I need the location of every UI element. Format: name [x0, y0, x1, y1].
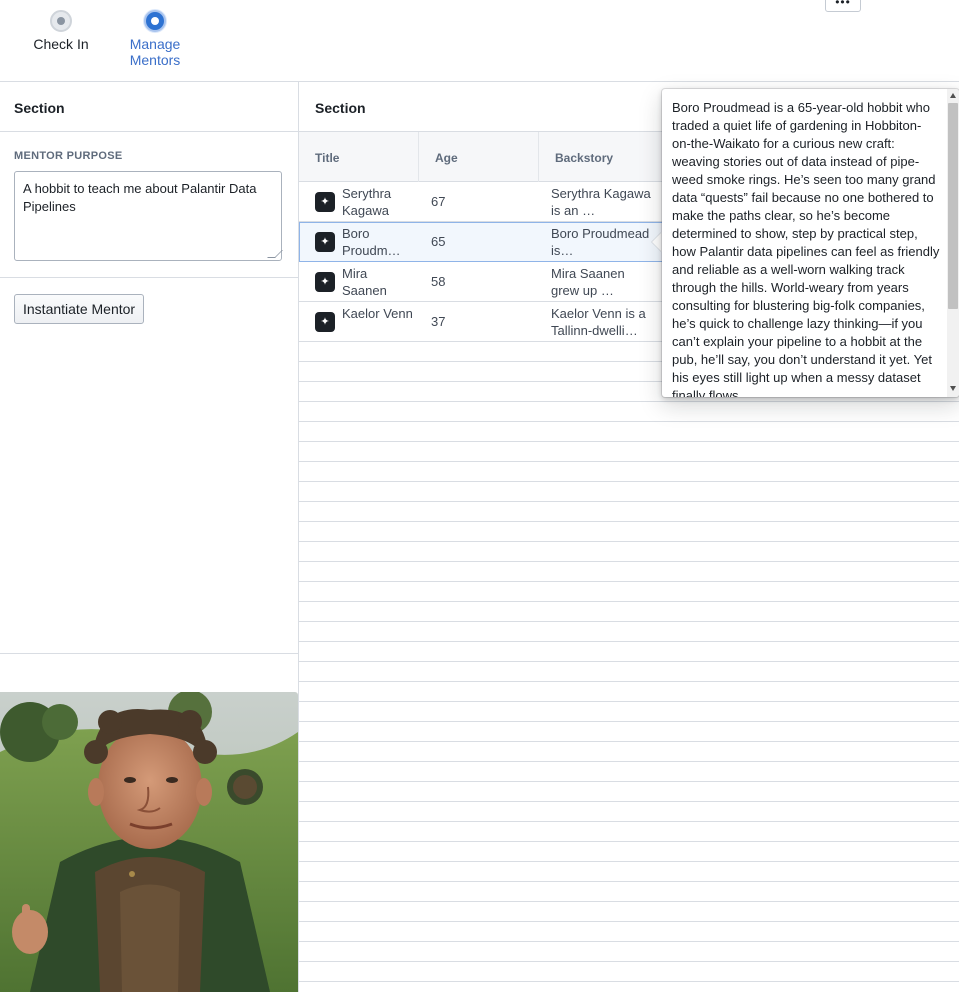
empty-table-row: [299, 482, 959, 502]
empty-table-row: [299, 862, 959, 882]
left-divider: [0, 653, 298, 654]
row-backstory[interactable]: Kaelor Venn is a Tallinn-dwelli…: [551, 302, 651, 342]
empty-table-row: [299, 522, 959, 542]
step-manage-mentors-indicator-icon: [144, 10, 166, 32]
popover-arrow: [652, 232, 662, 252]
empty-table-row: [299, 722, 959, 742]
scroll-up-icon[interactable]: [950, 93, 956, 98]
row-backstory[interactable]: Serythra Kagawa is an …: [551, 182, 651, 222]
step-manage-mentors-label: Manage Mentors: [129, 36, 181, 68]
mentor-purpose-textarea[interactable]: A hobbit to teach me about Palantir Data…: [14, 171, 282, 261]
row-backstory[interactable]: Mira Saanen grew up …: [551, 262, 651, 302]
empty-table-row: [299, 642, 959, 662]
row-title: Kaelor Venn: [342, 306, 413, 321]
row-title: Boro Proudm…: [342, 226, 401, 258]
step-check-in[interactable]: Check In: [28, 10, 94, 52]
scrollbar-thumb[interactable]: [948, 103, 958, 309]
column-header-age[interactable]: Age: [419, 132, 539, 182]
empty-table-row: [299, 842, 959, 862]
more-options-icon: •••: [835, 0, 851, 9]
step-check-in-indicator-icon: [50, 10, 72, 32]
step-check-in-label: Check In: [33, 36, 89, 52]
column-header-title[interactable]: Title: [299, 132, 419, 182]
empty-table-row: [299, 962, 959, 982]
row-backstory[interactable]: Boro Proudmead is…: [551, 222, 651, 262]
empty-table-row: [299, 462, 959, 482]
step-manage-mentors[interactable]: Manage Mentors: [122, 10, 188, 68]
empty-table-row: [299, 822, 959, 842]
empty-table-row: [299, 402, 959, 422]
empty-table-row: [299, 542, 959, 562]
row-age: 37: [431, 314, 446, 329]
empty-table-row: [299, 702, 959, 722]
empty-table-row: [299, 882, 959, 902]
row-age: 65: [431, 234, 446, 249]
row-title: Mira Saanen: [342, 266, 387, 298]
empty-table-row: [299, 422, 959, 442]
popover-scrollbar[interactable]: [947, 89, 959, 397]
empty-table-area: [299, 342, 959, 982]
empty-table-row: [299, 742, 959, 762]
empty-table-row: [299, 942, 959, 962]
backstory-popover-text: Boro Proudmead is a 65-year-old hobbit w…: [672, 100, 940, 397]
backstory-popover[interactable]: Boro Proudmead is a 65-year-old hobbit w…: [662, 89, 959, 397]
empty-table-row: [299, 662, 959, 682]
empty-table-row: [299, 442, 959, 462]
empty-table-row: [299, 562, 959, 582]
left-section-title: Section: [0, 82, 298, 132]
empty-table-row: [299, 682, 959, 702]
empty-table-row: [299, 782, 959, 802]
instantiate-mentor-button[interactable]: Instantiate Mentor: [14, 294, 145, 324]
row-title: Serythra Kagawa: [342, 186, 392, 218]
stepper-bar: Check In Manage Mentors •••: [0, 0, 959, 82]
empty-table-row: [299, 922, 959, 942]
mentor-purpose-label: MENTOR PURPOSE: [14, 150, 123, 162]
scroll-down-icon[interactable]: [950, 386, 956, 391]
mentor-portrait-image: [0, 692, 298, 992]
empty-table-row: [299, 902, 959, 922]
column-header-backstory[interactable]: Backstory: [539, 132, 659, 182]
mentor-purpose-field: MENTOR PURPOSE A hobbit to teach me abou…: [0, 132, 298, 278]
empty-table-row: [299, 602, 959, 622]
left-panel: Section MENTOR PURPOSE A hobbit to teach…: [0, 82, 299, 992]
row-age: 58: [431, 274, 446, 289]
empty-table-row: [299, 582, 959, 602]
empty-table-row: [299, 802, 959, 822]
more-options-button[interactable]: •••: [825, 0, 861, 12]
empty-table-row: [299, 762, 959, 782]
row-age: 67: [431, 194, 446, 209]
empty-table-row: [299, 502, 959, 522]
empty-table-row: [299, 622, 959, 642]
